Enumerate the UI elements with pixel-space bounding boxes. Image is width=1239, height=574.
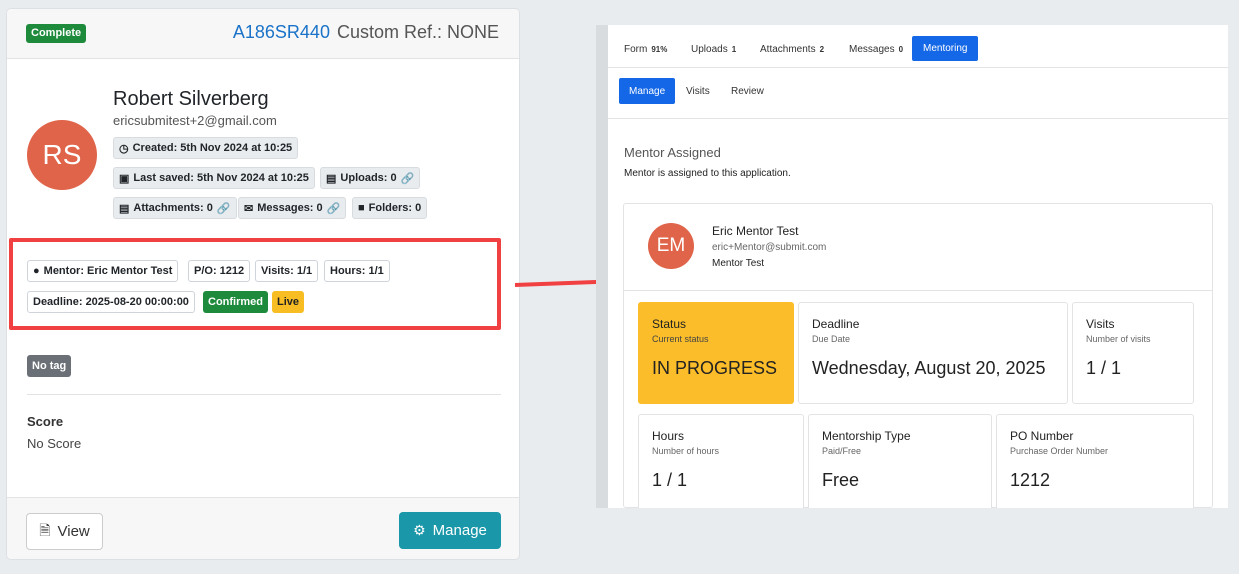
tag-badge: No tag: [27, 355, 72, 377]
mentor-name: Eric Mentor Test: [712, 224, 799, 238]
live-badge: Live: [272, 291, 305, 313]
tab-messages[interactable]: Messages 0: [849, 37, 903, 62]
mentor-chip: ● Mentor: Eric Mentor Test: [27, 260, 179, 282]
status-tile: Status Current status IN PROGRESS: [638, 302, 794, 404]
mentor-email: eric+Mentor@submit.com: [712, 242, 827, 253]
envelope-icon: ✉: [244, 202, 254, 215]
mentor-role: Mentor Test: [712, 258, 765, 269]
save-icon: ▣: [119, 172, 130, 185]
card-footer: 🗎 View ⚙ Manage: [7, 497, 519, 559]
applicant-name: Robert Silverberg: [113, 88, 269, 110]
score-label: Score: [27, 414, 64, 429]
tab-visits[interactable]: Visits: [686, 78, 710, 104]
main-tabs: Form 91% Uploads 1 Attachments 2 Messages 0 …: [608, 25, 1228, 68]
tab-mentoring[interactable]: Mentoring: [912, 36, 979, 61]
card-header: Complete A186SR440 Custom Ref.: NONE: [7, 9, 519, 59]
mentor-assigned-title: Mentor Assigned: [624, 145, 721, 160]
mentor-avatar: EM: [648, 223, 694, 269]
folder-icon: ■: [358, 202, 365, 214]
link-icon[interactable]: 🔗: [217, 202, 231, 215]
manage-button[interactable]: ⚙ Manage: [399, 512, 501, 549]
visits-tile: Visits Number of visits 1 / 1: [1072, 302, 1194, 404]
deadline-chip: Deadline: 2025-08-20 00:00:00: [27, 291, 195, 313]
po-number-tile: PO Number Purchase Order Number 1212: [996, 414, 1194, 508]
file-upload-icon: ▤: [326, 172, 337, 185]
mentor-card: EM Eric Mentor Test eric+Mentor@submit.c…: [623, 203, 1213, 508]
applicant-email: ericsubmitest+2@gmail.com: [113, 113, 277, 128]
link-icon[interactable]: 🔗: [401, 172, 415, 185]
mentorship-type-tile: Mentorship Type Paid/Free Free: [808, 414, 992, 508]
mentoring-panel: Form 91% Uploads 1 Attachments 2 Messages 0 …: [596, 25, 1228, 508]
tab-attachments[interactable]: Attachments 2: [760, 37, 824, 62]
confirmed-badge: Confirmed: [203, 291, 268, 313]
divider: [27, 394, 501, 395]
sub-tabs: Manage Visits Review: [608, 68, 1228, 119]
divider: [624, 290, 1212, 291]
reference-line: A186SR440 Custom Ref.: NONE: [233, 22, 499, 43]
hours-chip: Hours: 1/1: [324, 260, 390, 282]
avatar: RS: [27, 120, 97, 190]
messages-chip[interactable]: ✉ Messages: 0 🔗: [238, 197, 347, 219]
reference-link[interactable]: A186SR440: [233, 22, 330, 42]
status-badge: Complete: [26, 24, 87, 43]
last-saved-chip: ▣ Last saved: 5th Nov 2024 at 10:25: [113, 167, 315, 189]
custom-reference: Custom Ref.: NONE: [336, 22, 499, 42]
paperclip-icon: ▤: [119, 202, 130, 215]
deadline-tile: Deadline Due Date Wednesday, August 20, …: [798, 302, 1068, 404]
tab-review[interactable]: Review: [731, 78, 764, 104]
tab-uploads[interactable]: Uploads 1: [691, 37, 736, 62]
view-button[interactable]: 🗎 View: [26, 513, 103, 550]
po-chip: P/O: 1212: [188, 260, 251, 282]
score-value: No Score: [27, 436, 82, 451]
folders-chip[interactable]: ■ Folders: 0: [352, 197, 428, 219]
application-card: Complete A186SR440 Custom Ref.: NONE RS R…: [6, 8, 520, 560]
user-icon: ●: [33, 265, 40, 277]
gear-icon: ⚙: [413, 522, 426, 538]
hours-tile: Hours Number of hours 1 / 1: [638, 414, 804, 508]
created-chip: ◷ Created: 5th Nov 2024 at 10:25: [113, 137, 299, 159]
mentor-assigned-subtitle: Mentor is assigned to this application.: [624, 168, 791, 179]
visits-chip: Visits: 1/1: [255, 260, 319, 282]
highlight-box: [9, 238, 501, 330]
attachments-chip[interactable]: ▤ Attachments: 0 🔗: [113, 197, 237, 219]
uploads-chip[interactable]: ▤ Uploads: 0 🔗: [320, 167, 421, 189]
document-icon: 🗎: [39, 521, 51, 538]
tab-form[interactable]: Form 91%: [624, 37, 667, 62]
clock-icon: ◷: [119, 142, 129, 155]
tab-manage[interactable]: Manage: [619, 78, 676, 104]
link-icon[interactable]: 🔗: [327, 202, 341, 215]
